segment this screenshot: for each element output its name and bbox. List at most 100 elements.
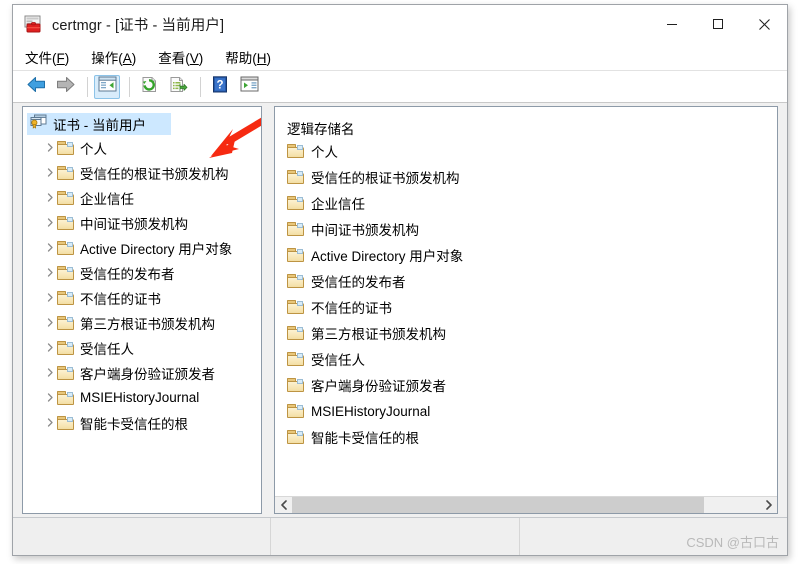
list-item[interactable]: 客户端身份验证颁发者 [275, 372, 777, 398]
folder-icon [287, 326, 304, 340]
scrollbar-thumb[interactable] [292, 496, 704, 513]
chevron-right-icon[interactable] [43, 193, 57, 202]
list-item[interactable]: 受信任的根证书颁发机构 [275, 164, 777, 190]
scroll-right-button[interactable] [760, 497, 777, 514]
scrollbar-track[interactable] [292, 496, 760, 513]
list-item[interactable]: MSIEHistoryJournal [275, 398, 777, 424]
certmgr-window: certmgr - [证书 - 当前用户] 文件(F) 操作(A) 查看(V) … [12, 4, 788, 556]
list-item-label: 企业信任 [311, 197, 365, 212]
list-item-label: Active Directory 用户对象 [311, 249, 464, 264]
folder-icon [57, 390, 74, 405]
folder-icon [287, 404, 304, 418]
chevron-right-icon[interactable] [43, 318, 57, 327]
close-button[interactable] [741, 5, 787, 43]
svg-text:?: ? [216, 79, 223, 91]
list-item[interactable]: 企业信任 [275, 190, 777, 216]
tree-item-label: 受信任的根证书颁发机构 [80, 166, 229, 182]
folder-icon [57, 265, 74, 280]
tree-item[interactable]: 客户端身份验证颁发者 [23, 360, 261, 385]
minimize-button[interactable] [649, 5, 695, 43]
folder-icon [287, 300, 304, 314]
tree-item-label: 受信任的发布者 [80, 266, 175, 282]
maximize-button[interactable] [695, 5, 741, 43]
column-header-logical-store-name[interactable]: 逻辑存储名 [275, 107, 777, 138]
menu-item-help[interactable]: 帮助(H) [225, 47, 271, 67]
title-bar: certmgr - [证书 - 当前用户] [13, 5, 787, 43]
tree-item[interactable]: 不信任的证书 [23, 285, 261, 310]
status-segment-1 [13, 518, 271, 555]
list-item-label: MSIEHistoryJournal [311, 403, 431, 419]
menu-item-file-accel: F [56, 50, 65, 66]
list-item[interactable]: 智能卡受信任的根 [275, 424, 777, 450]
export-list-icon [169, 76, 188, 98]
tree-item-label: MSIEHistoryJournal [80, 390, 200, 405]
show-hide-console-tree-button[interactable] [94, 74, 120, 99]
menu-item-view-label: 查看 [158, 50, 186, 66]
list-item-label: 第三方根证书颁发机构 [311, 327, 446, 342]
chevron-right-icon[interactable] [43, 393, 57, 402]
console-tree-panel: 证书 - 当前用户 个人受信任的根证书颁发机构企业信任中间证书颁发机构 Activ… [22, 106, 262, 514]
chevron-right-icon[interactable] [43, 418, 57, 427]
forward-arrow-icon [55, 76, 76, 98]
list-item[interactable]: 受信任的发布者 [275, 268, 777, 294]
folder-icon [287, 170, 304, 184]
certificate-icon [23, 14, 43, 34]
toolbar-separator-2 [129, 76, 130, 97]
back-button[interactable] [23, 75, 49, 99]
export-list-button[interactable] [165, 75, 191, 99]
menu-item-action-accel: A [122, 50, 132, 66]
tree-item[interactable]: 中间证书颁发机构 [23, 210, 261, 235]
tree-item[interactable]: 受信任人 [23, 335, 261, 360]
folder-icon [57, 215, 74, 230]
list-item-label: 中间证书颁发机构 [311, 223, 419, 238]
toolbar: ? [13, 71, 787, 103]
toolbar-separator-1 [87, 76, 88, 97]
refresh-button[interactable] [136, 75, 162, 99]
tree-item[interactable]: 受信任的发布者 [23, 260, 261, 285]
folder-icon [57, 190, 74, 205]
list-item[interactable]: 受信任人 [275, 346, 777, 372]
chevron-right-icon[interactable] [43, 143, 57, 152]
folder-icon [57, 140, 74, 155]
tree-item[interactable]: MSIEHistoryJournal [23, 385, 261, 410]
list-item[interactable]: Active Directory 用户对象 [275, 242, 777, 268]
window-title: certmgr - [证书 - 当前用户] [52, 17, 225, 34]
chevron-right-icon[interactable] [43, 293, 57, 302]
chevron-right-icon[interactable] [43, 168, 57, 177]
folder-icon [57, 415, 74, 430]
list-item[interactable]: 不信任的证书 [275, 294, 777, 320]
tree-item[interactable]: 个人 [23, 135, 261, 160]
help-button[interactable]: ? [207, 75, 233, 99]
chevron-right-icon[interactable] [43, 218, 57, 227]
forward-button[interactable] [52, 75, 78, 99]
list-item[interactable]: 中间证书颁发机构 [275, 216, 777, 242]
list-item[interactable]: 个人 [275, 138, 777, 164]
menu-item-view[interactable]: 查看(V) [158, 47, 203, 67]
watermark-text: CSDN @古口古 [686, 535, 779, 550]
tree-item[interactable]: Active Directory 用户对象 [23, 235, 261, 260]
chevron-right-icon[interactable] [43, 368, 57, 377]
tree-item-label: 客户端身份验证颁发者 [80, 366, 215, 382]
chevron-right-icon[interactable] [43, 243, 57, 252]
chevron-right-icon[interactable] [43, 268, 57, 277]
list-item[interactable]: 第三方根证书颁发机构 [275, 320, 777, 346]
horizontal-scrollbar[interactable] [275, 496, 777, 513]
folder-icon [57, 165, 74, 180]
folder-icon [287, 352, 304, 366]
menu-item-file[interactable]: 文件(F) [25, 47, 69, 67]
chevron-right-icon[interactable] [43, 343, 57, 352]
tree-item[interactable]: 智能卡受信任的根 [23, 410, 261, 435]
tree-item-certificates-current-user[interactable]: 证书 - 当前用户 [27, 113, 171, 135]
content-area: 证书 - 当前用户 个人 受信任的根证书颁发机构 企业信任 中间证书颁发机构 Activ… [13, 103, 787, 517]
tree-item[interactable]: 受信任的根证书颁发机构 [23, 160, 261, 185]
tree-item[interactable]: 企业信任 [23, 185, 261, 210]
scroll-left-button[interactable] [275, 497, 292, 514]
menu-item-action[interactable]: 操作(A) [91, 47, 136, 67]
properties-icon [240, 76, 259, 97]
properties-button[interactable] [236, 75, 262, 99]
list-item-label: 智能卡受信任的根 [311, 431, 419, 446]
folder-icon [57, 365, 74, 380]
list-item-label: 不信任的证书 [311, 301, 392, 316]
tree-item[interactable]: 第三方根证书颁发机构 [23, 310, 261, 335]
tree-item-label: 中间证书颁发机构 [80, 216, 188, 232]
